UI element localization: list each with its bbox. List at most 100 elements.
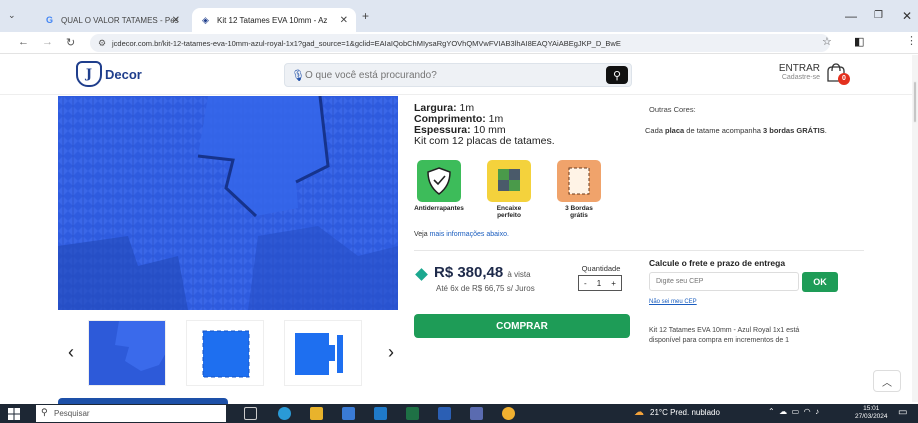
notifications-icon[interactable]: ▭ — [898, 407, 907, 418]
weather-icon: ☁ — [634, 407, 644, 418]
close-tab-icon[interactable]: ✕ — [172, 15, 180, 26]
logo-mark-icon: J — [76, 61, 102, 87]
price-value: R$ 380,48 — [434, 264, 504, 281]
search-button[interactable]: ⚲ — [606, 66, 628, 84]
site-header: J Decor 🎙 ⚲ ENTRAR Cadastre-se 0 — [0, 55, 912, 95]
quantity-stepper: - 1 + — [578, 275, 622, 291]
system-tray: ⌃ ☁ ▭ ◠ ♪ — [768, 407, 819, 416]
onedrive-icon[interactable]: ☁ — [779, 407, 787, 416]
installments-text: Até 6x de R$ 66,75 s/ Juros — [436, 284, 535, 293]
wifi-icon[interactable]: ◠ — [804, 407, 811, 416]
feature-encaixe: Encaixe perfeito — [484, 160, 534, 219]
more-info-text: Veja mais informações abaixo. — [414, 231, 509, 238]
microphone-icon[interactable]: 🎙 — [291, 69, 305, 82]
close-window-icon[interactable]: ✕ — [902, 9, 912, 23]
logo-text: Decor — [105, 66, 142, 82]
jcdecor-icon: ◈ — [202, 14, 209, 25]
browser-menu-icon[interactable]: ⋮ — [906, 34, 917, 47]
cart-button[interactable]: 0 — [825, 63, 850, 85]
restore-icon[interactable]: ❐ — [874, 10, 883, 21]
thumb-prev-icon[interactable]: ‹ — [68, 342, 74, 363]
search-icon: ⚲ — [41, 407, 48, 417]
windows-taskbar: ⚲ Pesquisar ☁ 21°C Pred. nublado ⌃ ☁ ▭ ◠… — [0, 404, 918, 423]
divider — [414, 250, 864, 251]
chrome-icon[interactable] — [502, 407, 515, 420]
new-tab-icon[interactable]: + — [362, 9, 369, 23]
shipping-calculator: Calcule o frete e prazo de entrega — [649, 258, 785, 268]
product-specs: Largura: 1m Comprimento: 1m Espessura: 1… — [414, 103, 555, 147]
clock-date: 27/03/2024 — [855, 413, 888, 420]
browser-tab-strip: ⌄ G QUAL O VALOR TATAMES - Pes ✕ ◈ Kit 1… — [0, 0, 918, 32]
tab-label: Kit 12 Tatames EVA 10mm - Az — [217, 15, 328, 25]
price-diamond-icon — [415, 268, 428, 281]
back-icon[interactable]: ← — [18, 36, 29, 48]
tab-search-chevron-icon[interactable]: ⌄ — [8, 10, 16, 21]
tab-jcdecor[interactable]: ◈ Kit 12 Tatames EVA 10mm - Az ✕ — [192, 8, 356, 32]
kit-description: Kit com 12 placas de tatames. — [414, 135, 555, 147]
close-tab-icon[interactable]: ✕ — [340, 15, 348, 26]
address-bar[interactable]: ⚙ jcdecor.com.br/kit-12-tatames-eva-10mm… — [90, 34, 830, 52]
browser-toolbar: ← → ↻ ⚙ jcdecor.com.br/kit-12-tatames-ev… — [0, 32, 918, 80]
price-suffix: à vista — [507, 270, 531, 279]
thumbnail-2[interactable] — [186, 320, 264, 386]
quantity-block: Quantidade - 1 + — [574, 264, 628, 291]
file-explorer-icon[interactable] — [310, 407, 323, 420]
product-main-image[interactable] — [58, 96, 398, 310]
taskbar-search[interactable]: ⚲ Pesquisar — [36, 405, 226, 422]
search-input[interactable] — [305, 67, 595, 83]
mail-icon[interactable] — [374, 407, 387, 420]
availability-text: Kit 12 Tatames EVA 10mm - Azul Royal 1x1… — [649, 327, 800, 344]
url-text: jcdecor.com.br/kit-12-tatames-eva-10mm-a… — [112, 38, 621, 48]
tab-label: QUAL O VALOR TATAMES - Pes — [61, 15, 179, 25]
quantity-label: Quantidade — [581, 264, 621, 273]
reload-icon[interactable]: ↻ — [66, 36, 75, 49]
account-link[interactable]: ENTRAR Cadastre-se — [766, 63, 820, 81]
minimize-icon[interactable]: — — [845, 9, 857, 23]
excel-icon[interactable] — [406, 407, 419, 420]
google-icon: G — [45, 15, 53, 25]
site-logo[interactable]: J Decor — [76, 61, 142, 87]
quantity-minus-button[interactable]: - — [584, 279, 587, 288]
more-info-link[interactable]: mais informações abaixo. — [430, 231, 509, 238]
volume-icon[interactable]: ♪ — [815, 407, 819, 416]
sidepanel-icon[interactable]: ◧ — [854, 35, 864, 48]
scroll-to-top-button[interactable]: ︿ — [873, 370, 901, 392]
search-bar: 🎙 ⚲ — [284, 63, 632, 87]
thumb-next-icon[interactable]: › — [388, 342, 394, 363]
chevron-up-icon: ︿ — [882, 377, 892, 389]
thumbnail-1[interactable] — [88, 320, 166, 386]
cart-count-badge: 0 — [838, 73, 850, 85]
windows-start-icon[interactable] — [8, 408, 20, 420]
quantity-plus-button[interactable]: + — [611, 279, 616, 288]
photos-icon[interactable] — [470, 407, 483, 420]
borders-icon — [557, 160, 601, 202]
product-thumbnails: ‹ › — [58, 320, 418, 390]
feature-antiderrapante: Antiderrapantes — [414, 160, 464, 212]
login-label: ENTRAR — [778, 63, 820, 74]
buy-button[interactable]: COMPRAR — [414, 314, 630, 338]
task-view-icon[interactable] — [244, 407, 257, 420]
anti-slip-shield-icon — [417, 160, 461, 202]
weather-text[interactable]: 21°C Pred. nublado — [650, 408, 720, 417]
quantity-value[interactable]: 1 — [597, 279, 601, 288]
store-icon[interactable] — [342, 407, 355, 420]
other-colors-label: Outras Cores: — [649, 105, 696, 114]
cep-ok-button[interactable]: OK — [802, 272, 838, 292]
word-icon[interactable] — [438, 407, 451, 420]
tab-google-search[interactable]: G QUAL O VALOR TATAMES - Pes ✕ — [36, 8, 188, 32]
dont-know-cep-link[interactable]: Não sei meu CEP — [649, 299, 697, 305]
bookmark-star-icon[interactable]: ☆ — [822, 35, 832, 48]
scrollbar-thumb[interactable] — [913, 81, 917, 123]
page-scrollbar[interactable] — [912, 55, 918, 402]
taskbar-clock[interactable]: 15:01 27/03/2024 — [855, 405, 888, 421]
shipping-title: Calcule o frete e prazo de entrega — [649, 258, 786, 268]
edge-icon[interactable] — [278, 407, 291, 420]
cep-input[interactable] — [649, 272, 799, 291]
tray-chevron-up-icon[interactable]: ⌃ — [768, 407, 775, 416]
site-info-icon[interactable]: ⚙ — [98, 38, 106, 49]
thumbnail-3[interactable] — [284, 320, 362, 386]
battery-icon[interactable]: ▭ — [792, 407, 800, 416]
forward-icon[interactable]: → — [42, 36, 53, 48]
clock-time: 15:01 — [863, 405, 880, 412]
borders-note: Cada placa de tatame acompanha 3 bordas … — [645, 126, 827, 135]
